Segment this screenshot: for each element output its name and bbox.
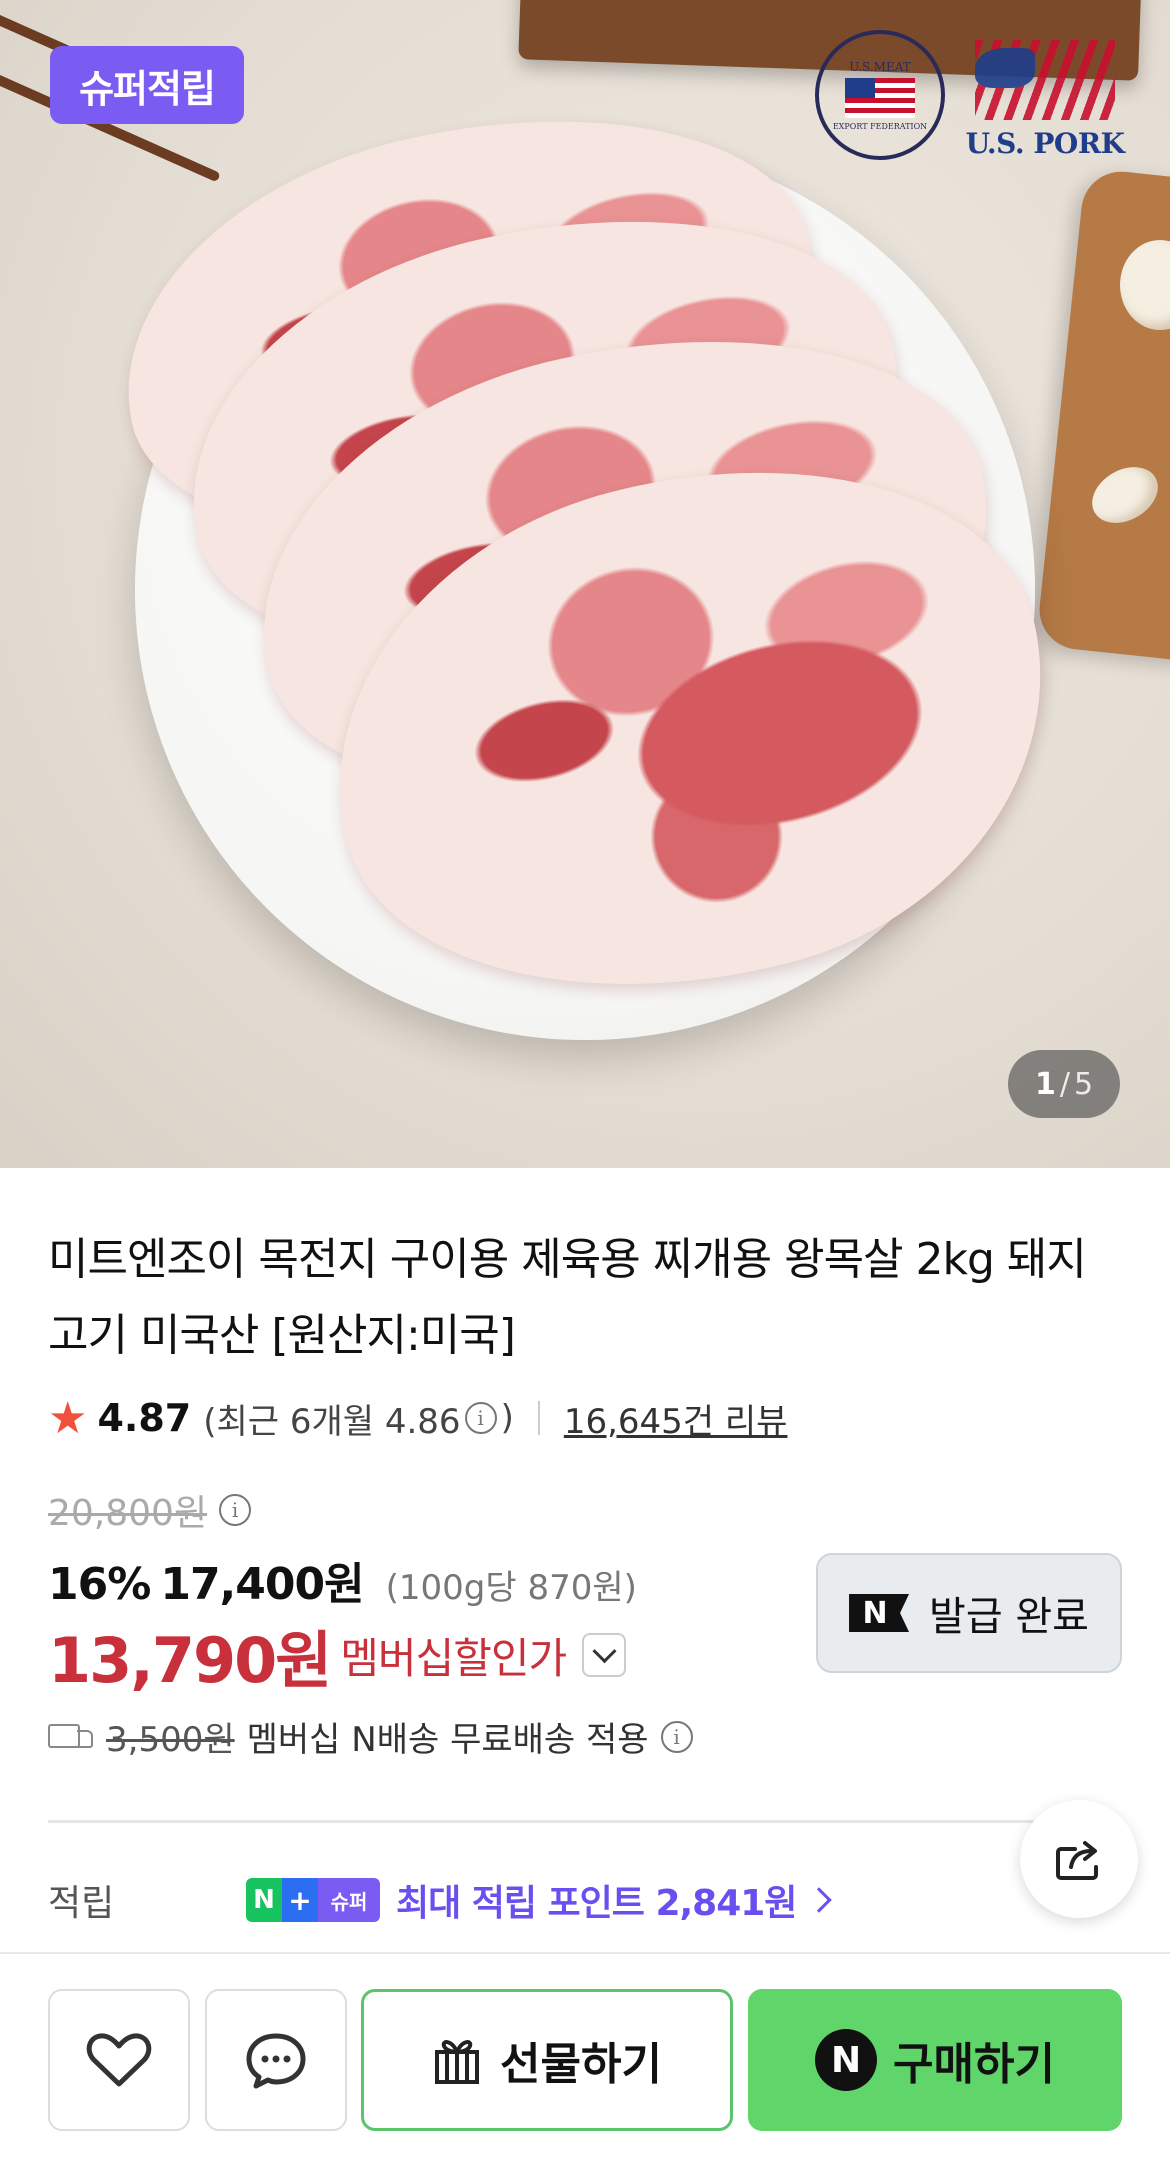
bottom-action-bar: 선물하기 N 구매하기 [0,1952,1170,2176]
heart-icon [86,2033,152,2087]
divider [537,1401,540,1435]
naver-n-icon: N [849,1594,910,1632]
truck-icon [48,1722,94,1752]
old-delivery-fee: 3,500원 [106,1720,235,1760]
info-icon[interactable]: i [464,1402,497,1434]
chevron-right-icon [806,1887,833,1913]
us-pork-logo-text: U.S. PORK [965,127,1125,160]
member-price-label: 멤버십할인가 [340,1633,567,1683]
coupon-issued-button[interactable]: N 발급 완료 [816,1553,1122,1673]
badge-n: N [246,1878,282,1922]
sale-price-row: 16% 17,400원 (100g당 870원) [48,1548,637,1612]
rating-score: 4.87 [97,1396,192,1440]
buy-button[interactable]: N 구매하기 [748,1989,1122,2131]
rating-row: ★ 4.87 (최근 6개월 4.86 i ) 16,645건 리뷰 [48,1390,787,1446]
chevron-down-icon[interactable] [582,1633,627,1677]
star-icon: ★ [48,1392,88,1444]
chat-button[interactable] [205,1989,347,2131]
discount-percent: 16% [48,1559,151,1610]
member-price: 13,790원 [48,1624,332,1697]
recent-rating-close: ) [500,1398,514,1438]
max-points-text: 최대 적립 포인트 2,841원 [396,1883,797,1924]
delivery-row: 3,500원 멤버십 N배송 무료배송 적용 i [48,1712,693,1761]
gift-button[interactable]: 선물하기 [361,1989,733,2131]
image-counter-total: 5 [1073,1066,1094,1102]
info-icon[interactable]: i [660,1720,693,1753]
product-image[interactable]: 슈퍼적립 U.S.MEAT EXPORT FEDERATION U.S. POR… [0,0,1170,1168]
image-counter-separator: / [1059,1066,1070,1102]
pork-flag-mark [975,40,1115,120]
gift-icon [435,2040,480,2084]
us-pork-logo: U.S. PORK [955,40,1135,160]
badge-plus: + [282,1878,318,1922]
points-row[interactable]: 적립 N + 슈퍼 최대 적립 포인트 2,841원 [48,1870,1122,1930]
image-counter-current: 1 [1034,1066,1056,1102]
image-counter: 1 / 5 [1008,1050,1120,1118]
points-label: 적립 [48,1883,115,1924]
section-divider [48,1820,1122,1823]
recent-rating-text: (최근 6개월 4.86 [203,1401,461,1442]
review-count-link[interactable]: 16,645건 리뷰 [564,1394,788,1443]
member-price-row: 13,790원 멤버십할인가 [48,1610,627,1700]
seal-text: U.S.MEAT [849,59,911,74]
wishlist-button[interactable] [48,1989,190,2131]
gift-label: 선물하기 [500,2039,662,2090]
product-title: 미트엔조이 목전지 구이용 제육용 찌개용 왕목살 2kg 돼지고기 미국산 [… [48,1234,1087,1361]
sale-price: 17,400원 [160,1559,364,1610]
seal-subtext: EXPORT FEDERATION [832,121,928,131]
us-flag-icon [845,77,915,118]
original-price-row: 20,800원 i [48,1484,252,1536]
naver-plus-super-badge: N + 슈퍼 [246,1878,380,1922]
original-price: 20,800원 [48,1493,208,1534]
info-icon[interactable]: i [219,1494,252,1526]
unit-price: (100g당 870원) [385,1568,637,1608]
badge-super: 슈퍼 [318,1878,380,1922]
buy-label: 구매하기 [893,2039,1055,2090]
naver-pay-icon: N [815,2029,878,2091]
recent-rating: (최근 6개월 4.86 i ) [203,1394,514,1443]
coupon-label: 발급 완료 [929,1594,1089,1640]
usmef-seal-logo: U.S.MEAT EXPORT FEDERATION [815,30,945,160]
chat-bubble-icon [246,2033,306,2089]
super-points-badge: 슈퍼적립 [50,46,244,124]
delivery-text: 멤버십 N배송 무료배송 적용 [246,1720,649,1760]
